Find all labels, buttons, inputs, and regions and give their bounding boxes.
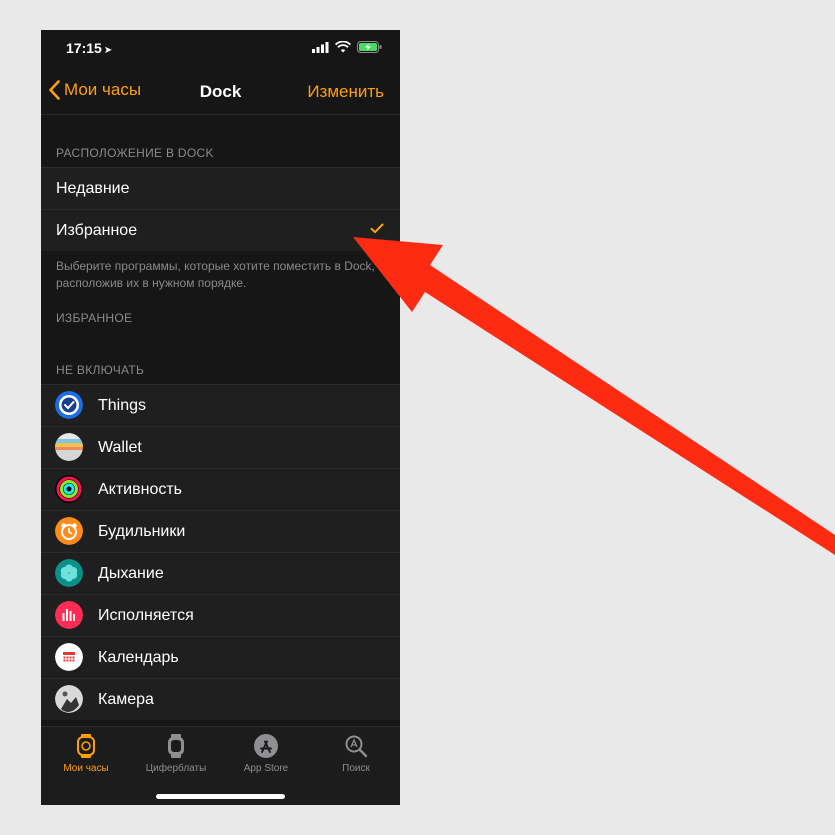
annotation-arrow [353,237,835,555]
